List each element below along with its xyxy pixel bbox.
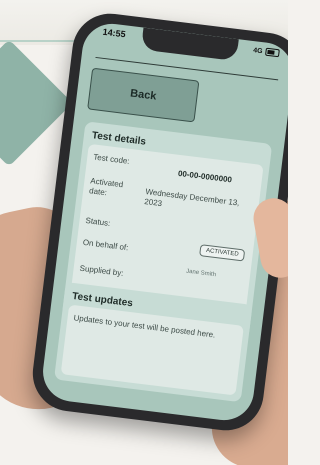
battery-icon: [265, 47, 280, 58]
status-indicators: 4G: [252, 46, 280, 58]
on-behalf-value: Jane Smith: [185, 268, 217, 279]
on-behalf-label: On behalf of:: [82, 237, 129, 253]
activated-date-label: Activated date:: [88, 176, 124, 197]
status-badge: ACTIVATED: [199, 244, 246, 262]
test-updates-panel: Updates to your test will be posted here…: [60, 304, 244, 396]
phone: 14:55 4G Back Test details Test code: 00…: [28, 9, 288, 435]
photo-scene: 14:55 4G Back Test details Test code: 00…: [0, 0, 288, 465]
status-time: 14:55: [102, 26, 127, 40]
test-code-value: 00-00-0000000: [177, 168, 233, 185]
test-code-label: Test code:: [92, 152, 131, 166]
back-button[interactable]: Back: [87, 67, 200, 123]
activated-date-value: Wednesday December 13, 2023: [143, 187, 240, 208]
status-label: Status:: [85, 215, 111, 228]
supplied-by-label: Supplied by:: [79, 263, 124, 278]
updates-message: Updates to your test will be posted here…: [73, 313, 216, 340]
network-label: 4G: [252, 46, 263, 55]
